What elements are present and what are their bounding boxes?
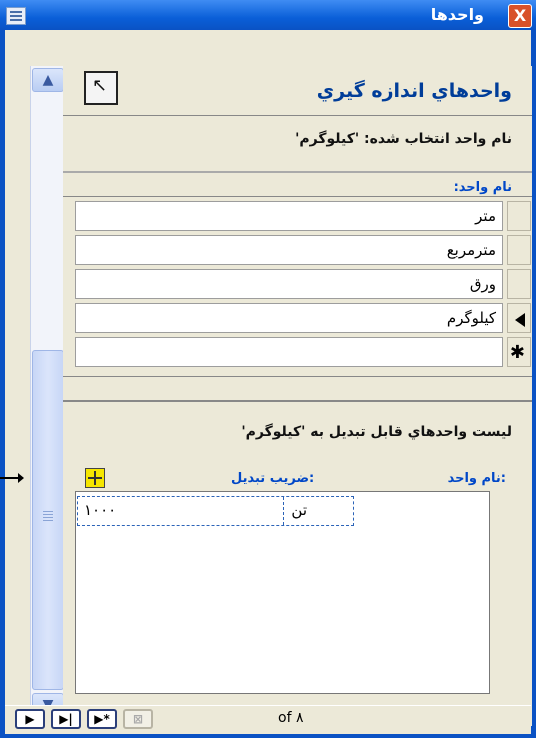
unit-name-cell[interactable]: کیلوگرم xyxy=(75,303,503,333)
vertical-scrollbar[interactable]: ▲ ▼ xyxy=(30,66,64,726)
conversion-subform[interactable]: ۱۰۰۰ تن xyxy=(75,491,490,694)
conversion-list-label: ليست واحدهاي قابل تبديل به 'کیلوگرم' xyxy=(241,424,512,440)
factor-value[interactable]: ۱۰۰۰ xyxy=(84,501,116,519)
form-footer-band xyxy=(63,376,532,401)
record-selector[interactable] xyxy=(507,201,531,231)
unit-value[interactable]: تن xyxy=(291,501,307,519)
unit-name-cell[interactable] xyxy=(75,337,503,367)
current-record-icon xyxy=(515,313,525,327)
unit-column-header: نام واحد: xyxy=(453,180,512,195)
list-item[interactable]: ۱۰۰۰ تن xyxy=(77,496,354,526)
unit-name-cell[interactable]: ورق xyxy=(75,269,503,299)
record-selector[interactable] xyxy=(507,303,531,333)
header-divider xyxy=(63,115,532,116)
record-navigation-bar: ▶ ▶| ▶* ⊠ xyxy=(5,705,531,734)
record-selector[interactable] xyxy=(507,269,531,299)
page-title: واحدهاي اندازه گيري xyxy=(316,80,512,102)
table-row[interactable]: مترمربع xyxy=(63,233,532,267)
column-divider xyxy=(283,497,284,525)
new-record-button[interactable]: ▶* xyxy=(87,709,117,729)
record-count-label: of ۸ xyxy=(278,710,304,726)
crosshair-add-icon[interactable] xyxy=(85,468,105,488)
section-divider xyxy=(63,400,532,402)
subform-unit-column-header: نام واحد: xyxy=(447,471,506,486)
grip-icon xyxy=(43,511,53,512)
scroll-thumb[interactable] xyxy=(32,350,64,690)
unit-name-cell[interactable]: مترمربع xyxy=(75,235,503,265)
table-row[interactable]: ورق xyxy=(63,267,532,301)
units-datasheet: متر مترمربع ورق کیلوگرم ✱ xyxy=(63,196,532,377)
unit-name-cell[interactable]: متر xyxy=(75,201,503,231)
next-record-button[interactable]: ▶ xyxy=(15,709,45,729)
window-title: واحدها xyxy=(430,5,484,24)
selected-unit-label: نام واحد انتخاب شده: 'کیلوگرم' xyxy=(295,131,512,147)
record-selector[interactable] xyxy=(507,235,531,265)
table-row[interactable]: متر xyxy=(63,199,532,233)
window: واحدها X ▲ ▼ واحدهاي اندازه گيري نام واح… xyxy=(0,0,536,738)
close-button[interactable]: X xyxy=(508,4,532,28)
record-selector[interactable]: ✱ xyxy=(507,337,531,367)
table-row-new[interactable]: ✱ xyxy=(63,335,532,369)
delete-record-button[interactable]: ⊠ xyxy=(123,709,153,729)
return-arrow-icon[interactable] xyxy=(84,71,118,105)
pointer-arrow-icon xyxy=(0,473,24,483)
last-record-button[interactable]: ▶| xyxy=(51,709,81,729)
title-bar[interactable]: واحدها X xyxy=(0,0,536,31)
factor-column-header: ضریب تبدیل: xyxy=(231,471,315,486)
form-icon[interactable] xyxy=(6,7,26,25)
scroll-up-icon[interactable]: ▲ xyxy=(32,68,64,92)
section-divider xyxy=(63,171,532,173)
new-record-icon: ✱ xyxy=(509,342,525,363)
table-row-current[interactable]: کیلوگرم xyxy=(63,301,532,335)
